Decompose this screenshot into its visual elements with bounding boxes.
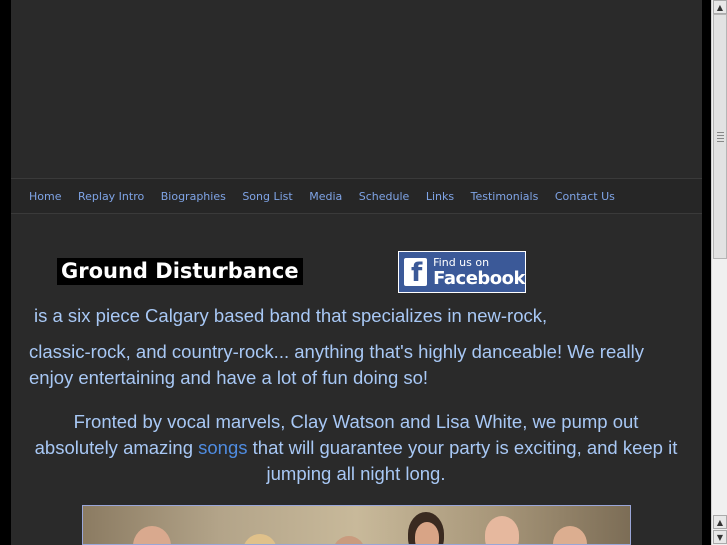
up-arrow-icon-lower[interactable]: ▲ bbox=[713, 515, 727, 529]
nav-links[interactable]: Links bbox=[426, 190, 454, 203]
header-banner bbox=[11, 0, 702, 178]
songs-link[interactable]: songs bbox=[198, 437, 247, 458]
facebook-f-icon: f bbox=[404, 258, 428, 287]
intro-paragraph-1: is a six piece Calgary based band that s… bbox=[34, 305, 548, 326]
vertical-scrollbar[interactable]: ▲ ▲ ▼ bbox=[711, 0, 727, 545]
intro-paragraph-3: Fronted by vocal marvels, Clay Watson an… bbox=[31, 409, 681, 487]
main-content: Ground Disturbance f Find us on Facebook… bbox=[11, 214, 702, 545]
left-border bbox=[0, 0, 11, 545]
nav-home[interactable]: Home bbox=[29, 190, 61, 203]
main-nav: Home Replay Intro Biographies Song List … bbox=[11, 178, 702, 214]
facebook-badge-small: Find us on bbox=[433, 255, 490, 269]
facebook-badge-text: Find us on Facebook bbox=[433, 257, 525, 288]
nav-song-list[interactable]: Song List bbox=[242, 190, 292, 203]
page: Home Replay Intro Biographies Song List … bbox=[0, 0, 711, 545]
para3-text-after: that will guarantee your party is exciti… bbox=[247, 437, 678, 484]
right-border bbox=[702, 0, 711, 545]
scrollbar-thumb[interactable] bbox=[713, 14, 727, 259]
nav-schedule[interactable]: Schedule bbox=[359, 190, 410, 203]
nav-contact-us[interactable]: Contact Us bbox=[555, 190, 615, 203]
intro-paragraph-2: classic-rock, and country-rock... anythi… bbox=[29, 341, 645, 388]
band-name-heading: Ground Disturbance bbox=[57, 258, 303, 285]
nav-media[interactable]: Media bbox=[309, 190, 342, 203]
nav-replay-intro[interactable]: Replay Intro bbox=[78, 190, 144, 203]
nav-biographies[interactable]: Biographies bbox=[161, 190, 226, 203]
nav-testimonials[interactable]: Testimonials bbox=[471, 190, 539, 203]
facebook-badge-link[interactable]: f Find us on Facebook bbox=[398, 251, 526, 293]
facebook-badge-big: Facebook bbox=[433, 267, 525, 289]
down-arrow-icon[interactable]: ▼ bbox=[713, 530, 727, 544]
band-photo bbox=[82, 505, 631, 545]
up-arrow-icon[interactable]: ▲ bbox=[713, 0, 727, 14]
